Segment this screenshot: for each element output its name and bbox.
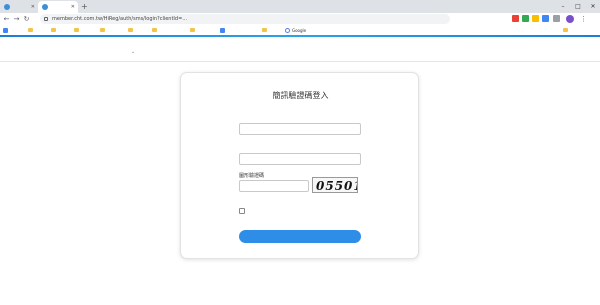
bookmark-item[interactable] [100, 25, 107, 35]
maximize-button[interactable]: □ [571, 0, 585, 13]
browser-tab-active[interactable]: ✕ [38, 1, 78, 13]
folder-icon [152, 28, 157, 32]
consent-checkbox[interactable] [239, 208, 245, 214]
captcha-text: 05501 [316, 179, 357, 193]
brand-accent-bar [0, 35, 600, 37]
apps-icon [3, 27, 8, 33]
folder-icon [563, 28, 568, 32]
captcha-input[interactable] [239, 180, 309, 192]
browser-menu-icon[interactable]: ⋮ [580, 14, 587, 24]
tab-favicon-icon [4, 4, 10, 10]
browser-toolbar: ← → ↻ member.cht.com.tw/HiReg/auth/sms/l… [0, 13, 600, 25]
extension-icon[interactable] [532, 15, 539, 22]
reload-icon[interactable]: ↻ [22, 14, 31, 24]
bookmark-item[interactable] [262, 25, 269, 35]
address-url[interactable]: member.cht.com.tw/HiReg/auth/sms/login?c… [52, 14, 187, 24]
get-sms-code-button[interactable] [239, 230, 361, 243]
profile-avatar[interactable] [566, 15, 574, 23]
close-window-button[interactable]: ✕ [586, 0, 600, 13]
bookmark-item[interactable]: Google [285, 25, 306, 35]
forward-icon[interactable]: → [12, 14, 21, 24]
folder-icon [51, 28, 56, 32]
folder-icon [190, 28, 195, 32]
page-title: 簡訊驗證碼登入 [272, 91, 329, 100]
extension-icon[interactable] [522, 15, 529, 22]
app-icon [220, 27, 225, 33]
other-bookmarks[interactable] [563, 25, 570, 35]
captcha-image: 05501 [312, 177, 358, 193]
browser-tab-strip: ✕ ✕ + – □ ✕ [0, 0, 600, 13]
bookmark-item[interactable] [28, 25, 35, 35]
bookmark-item[interactable] [51, 25, 58, 35]
id-number-input[interactable] [239, 153, 361, 165]
new-tab-button[interactable]: + [81, 1, 88, 12]
bookmark-item[interactable] [74, 25, 81, 35]
tab-favicon-icon [42, 4, 48, 10]
phone-input[interactable] [239, 123, 361, 135]
google-icon [285, 27, 290, 33]
browser-tab[interactable]: ✕ [0, 1, 38, 13]
bookmark-item[interactable] [220, 25, 227, 35]
folder-icon [128, 28, 133, 32]
extension-icon[interactable] [542, 15, 549, 22]
chevron-down-icon[interactable]: ⌄ [131, 49, 135, 55]
lock-icon [44, 17, 48, 21]
tab-close-icon[interactable]: ✕ [71, 4, 75, 10]
bookmark-item[interactable] [3, 25, 10, 35]
back-icon[interactable]: ← [2, 14, 11, 24]
folder-icon [74, 28, 79, 32]
bookmark-item[interactable] [152, 25, 159, 35]
folder-icon [28, 28, 33, 32]
bookmark-item[interactable] [190, 25, 197, 35]
sms-login-card: 簡訊驗證碼登入 圖形驗證碼 05501 [180, 72, 419, 259]
puzzle-icon[interactable] [553, 15, 560, 22]
bookmark-item[interactable] [128, 25, 135, 35]
header-divider [0, 61, 600, 62]
tab-close-icon[interactable]: ✕ [31, 4, 35, 10]
bookmarks-bar: Google [0, 25, 600, 35]
folder-icon [100, 28, 105, 32]
extension-icon[interactable] [512, 15, 519, 22]
address-bar[interactable]: member.cht.com.tw/HiReg/auth/sms/login?c… [40, 14, 450, 24]
folder-icon [262, 28, 267, 32]
captcha-label: 圖形驗證碼 [239, 173, 265, 179]
minimize-button[interactable]: – [556, 0, 570, 13]
